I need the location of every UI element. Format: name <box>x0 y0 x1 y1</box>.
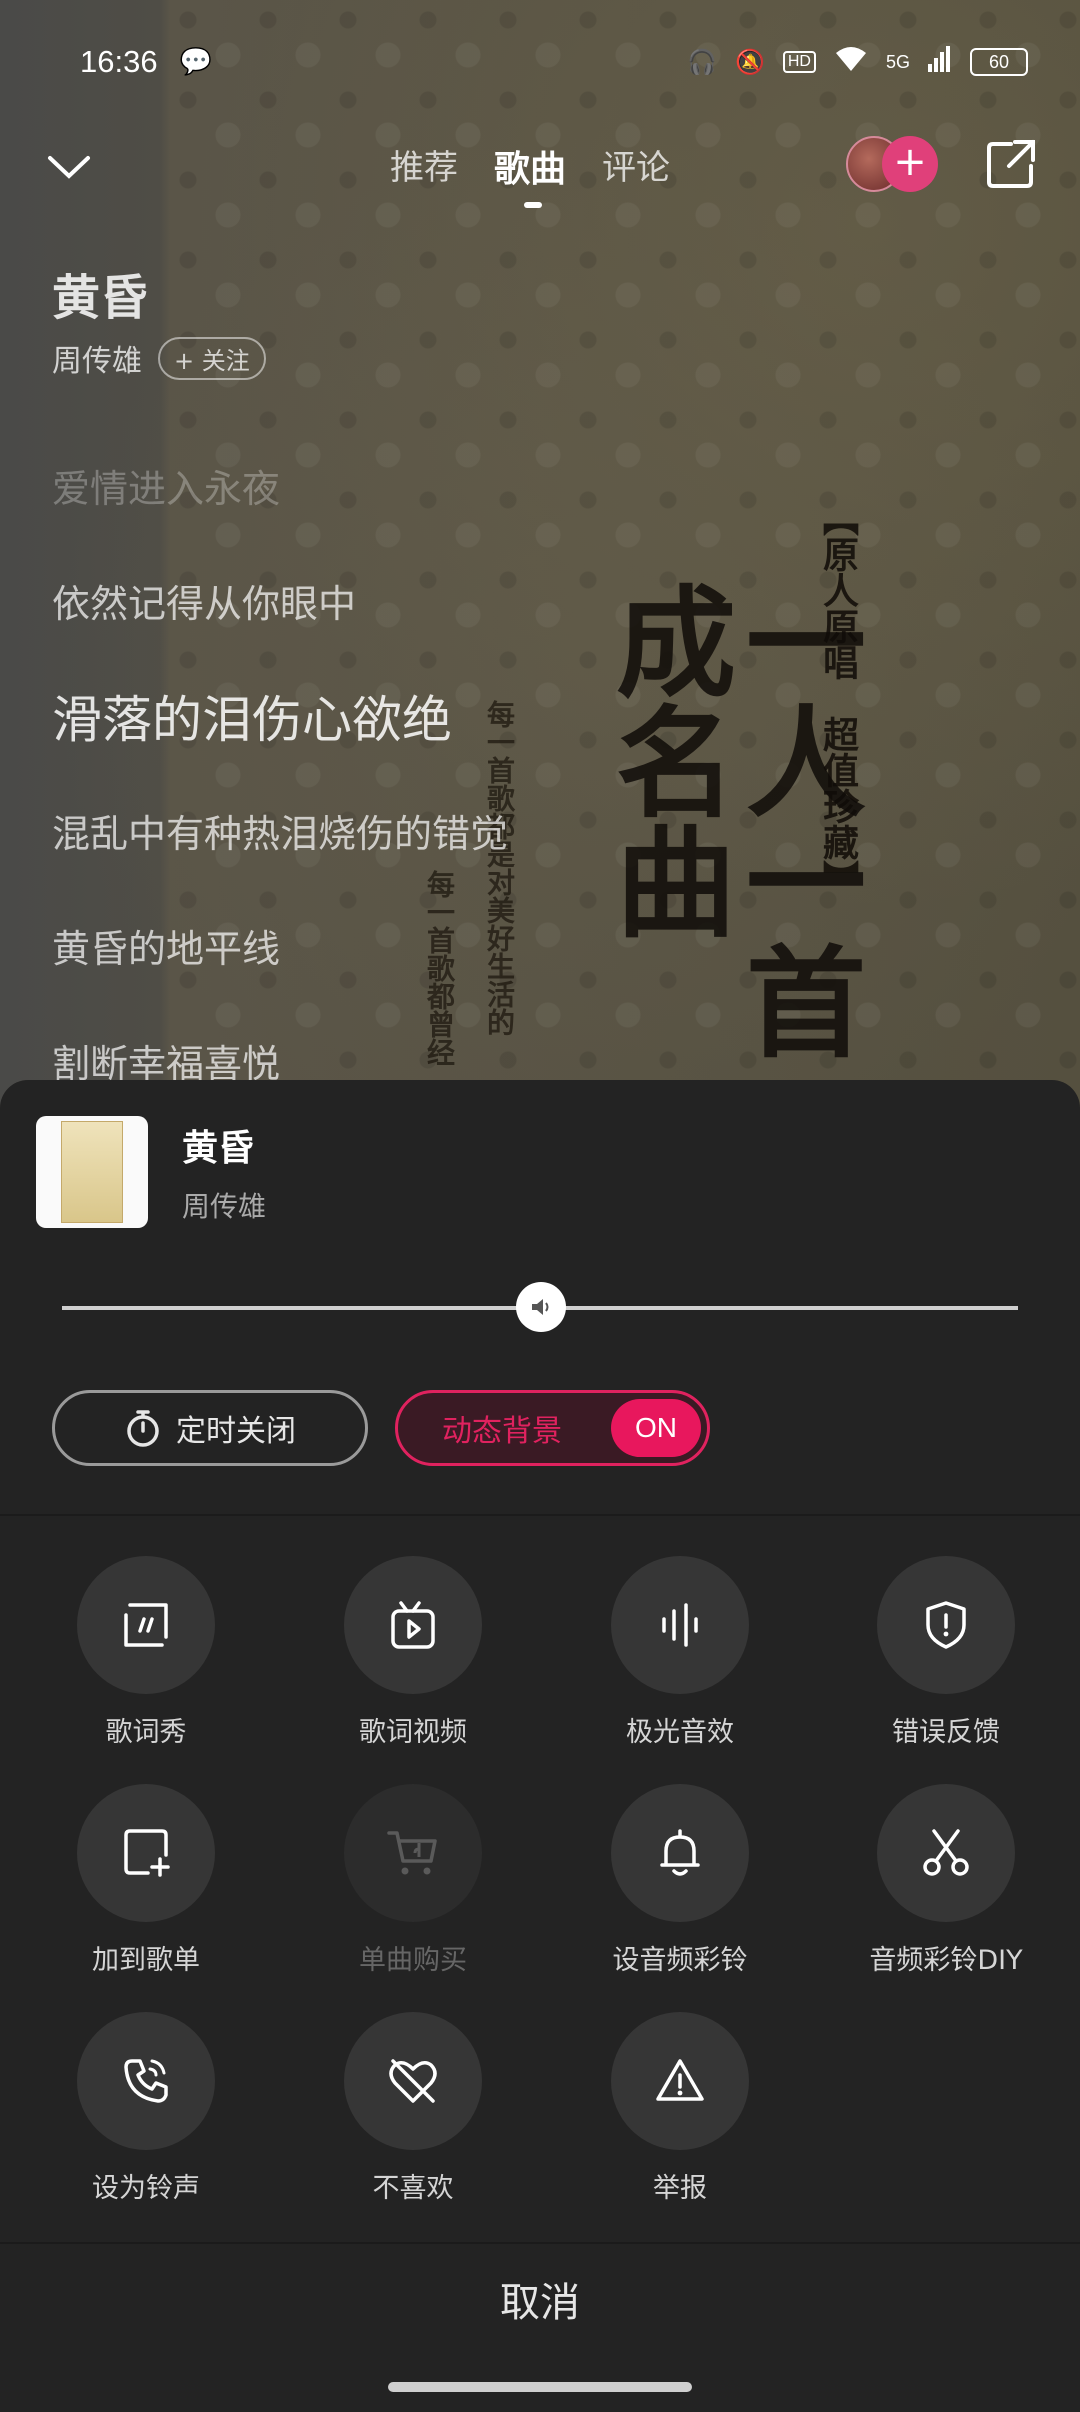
tab-bar: 推荐 歌曲 评论 <box>390 140 670 208</box>
hd-icon: HD <box>782 51 816 73</box>
album-art-text-side1: 每一首歌都是对美好生活的 <box>483 700 516 1036</box>
listen-together-avatars[interactable]: + <box>846 134 946 194</box>
action-label: 歌词视频 <box>359 1717 467 1748</box>
sleep-timer-label: 定时关闭 <box>176 1414 296 1449</box>
divider <box>0 1514 1080 1516</box>
action-error-feedback[interactable]: 错误反馈 <box>846 1556 1046 1749</box>
tab-songs[interactable]: 歌曲 <box>494 140 566 208</box>
heart-broken-icon <box>389 2059 437 2103</box>
now-playing-title: 黄昏 <box>182 1128 255 1169</box>
feedback-shield-icon <box>926 1601 966 1649</box>
follow-button[interactable]: + 关注 <box>158 336 266 380</box>
action-label: 歌词秀 <box>105 1717 187 1748</box>
action-set-ringtone[interactable]: 设为铃声 <box>46 2012 246 2205</box>
volume-slider-handle[interactable] <box>516 1282 566 1332</box>
album-art-text-title: 一人一首成名曲 <box>595 580 866 1060</box>
battery-level: 60 <box>988 51 1010 72</box>
action-label: 单曲购买 <box>359 1945 467 1976</box>
dynamic-background-label: 动态背景 <box>442 1414 562 1449</box>
now-playing-artist: 周传雄 <box>182 1190 267 1223</box>
add-to-playlist-icon <box>124 1829 170 1877</box>
top-nav: 推荐 歌曲 评论 + <box>0 120 1080 210</box>
phone-ring-icon <box>124 2059 168 2103</box>
status-time: 16:36 <box>80 44 158 79</box>
action-label: 极光音效 <box>626 1717 734 1748</box>
lyric-line[interactable]: 混乱中有种热泪烧伤的错觉 <box>52 803 508 858</box>
headphones-icon: 🎧 <box>687 48 717 76</box>
action-report[interactable]: 举报 <box>580 2012 780 2205</box>
tab-recommend[interactable]: 推荐 <box>390 140 458 192</box>
action-ringback-diy[interactable]: 音频彩铃DIY <box>846 1784 1046 1977</box>
mute-icon: 🔕 <box>734 48 765 76</box>
network-label: 5G <box>885 51 910 72</box>
action-label: 举报 <box>653 2173 707 2204</box>
scissors-icon <box>923 1829 969 1876</box>
wechat-icon: 💬 <box>179 47 212 77</box>
share-icon[interactable] <box>985 138 1037 190</box>
add-listener-icon[interactable]: + <box>882 136 938 192</box>
cancel-button[interactable]: 取消 <box>0 2244 1080 2362</box>
sound-effect-icon <box>662 1603 698 1647</box>
lyric-line[interactable]: 依然记得从你眼中 <box>52 573 356 628</box>
cart-icon <box>387 1831 437 1875</box>
battery-icon: 60 <box>970 48 1028 76</box>
sleep-timer-button[interactable]: 定时关闭 <box>52 1390 368 1466</box>
chevron-down-icon[interactable] <box>44 142 94 192</box>
action-lyrics-video[interactable]: 歌词视频 <box>313 1556 513 1749</box>
action-set-ringback[interactable]: 设音频彩铃 <box>580 1784 780 1977</box>
stopwatch-icon <box>127 1410 159 1447</box>
wifi-icon <box>834 45 868 79</box>
action-label: 音频彩铃DIY <box>869 1945 1023 1976</box>
volume-icon <box>532 1299 549 1315</box>
lyric-line[interactable]: 黄昏的地平线 <box>52 918 280 973</box>
lyrics-show-icon <box>124 1603 168 1647</box>
artist-name[interactable]: 周传雄 <box>52 336 142 380</box>
now-playing-row: 黄昏 周传雄 <box>36 1116 266 1228</box>
action-lyrics-show[interactable]: 歌词秀 <box>46 1556 246 1749</box>
more-options-sheet: 黄昏 周传雄 定时关闭 动态背景 ON 歌词秀 歌词视频 极光音效 错误反馈 加… <box>0 1080 1080 2412</box>
action-label: 错误反馈 <box>892 1717 1000 1748</box>
lyric-line-current[interactable]: 滑落的泪伤心欲绝 <box>52 680 452 752</box>
album-cover-thumbnail <box>36 1116 148 1228</box>
status-icons: 🎧 🔕 HD 5G 60 <box>687 45 1028 79</box>
home-indicator[interactable] <box>388 2382 692 2392</box>
album-art-text-side2: 每一首歌都曾经 <box>423 870 456 1066</box>
lyrics-video-icon <box>391 1601 435 1649</box>
lyric-line[interactable]: 爱情进入永夜 <box>52 458 280 513</box>
action-dislike[interactable]: 不喜欢 <box>313 2012 513 2205</box>
action-label: 设音频彩铃 <box>612 1945 748 1976</box>
status-bar: 16:36 💬 🎧 🔕 HD 5G 60 <box>0 0 1080 124</box>
artist-row: 周传雄 + 关注 <box>52 336 266 380</box>
dynamic-background-toggle[interactable]: 动态背景 ON <box>395 1390 710 1466</box>
action-label: 加到歌单 <box>92 1945 200 1976</box>
action-label: 不喜欢 <box>372 2173 454 2204</box>
song-title: 黄昏 <box>52 270 149 326</box>
action-buy-single[interactable]: 单曲购买 <box>313 1784 513 1977</box>
bell-icon <box>660 1829 700 1876</box>
tab-comments[interactable]: 评论 <box>602 140 670 192</box>
warning-icon <box>656 2059 704 2101</box>
action-label: 设为铃声 <box>92 2173 200 2204</box>
action-sound-effect[interactable]: 极光音效 <box>580 1556 780 1749</box>
signal-icon <box>928 46 952 78</box>
action-add-to-playlist[interactable]: 加到歌单 <box>46 1784 246 1977</box>
toggle-state: ON <box>611 1399 701 1457</box>
